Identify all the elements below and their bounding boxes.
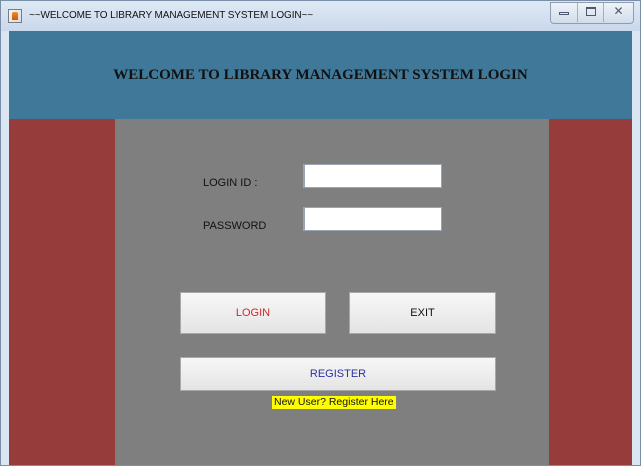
password-label: PASSWORD <box>203 220 267 232</box>
close-button[interactable]: ✕ <box>603 3 633 22</box>
page-title: WELCOME TO LIBRARY MANAGEMENT SYSTEM LOG… <box>113 67 528 83</box>
right-side-panel <box>549 119 632 465</box>
close-icon: ✕ <box>613 4 624 18</box>
maximize-button[interactable] <box>577 3 603 22</box>
login-button-label: LOGIN <box>235 307 271 319</box>
content-area: WELCOME TO LIBRARY MANAGEMENT SYSTEM LOG… <box>9 31 632 465</box>
java-app-icon <box>8 9 22 23</box>
exit-button[interactable]: EXIT <box>349 292 496 334</box>
register-button-label: REGISTER <box>309 368 367 380</box>
minimize-icon <box>559 12 569 15</box>
maximize-icon <box>586 7 596 16</box>
register-hint-link[interactable]: New User? Register Here <box>272 396 396 409</box>
title-bar[interactable]: ~~WELCOME TO LIBRARY MANAGEMENT SYSTEM L… <box>1 1 640 31</box>
left-side-panel <box>9 119 115 465</box>
minimize-button[interactable] <box>551 3 577 22</box>
login-id-label: LOGIN ID : <box>203 177 258 189</box>
header-band: WELCOME TO LIBRARY MANAGEMENT SYSTEM LOG… <box>9 31 632 119</box>
login-id-field[interactable] <box>303 164 442 188</box>
window-controls: ✕ <box>550 2 634 24</box>
window-title: ~~WELCOME TO LIBRARY MANAGEMENT SYSTEM L… <box>29 10 314 21</box>
exit-button-label: EXIT <box>410 307 435 319</box>
register-button[interactable]: REGISTER <box>180 357 496 391</box>
login-window: ~~WELCOME TO LIBRARY MANAGEMENT SYSTEM L… <box>0 0 641 466</box>
login-button[interactable]: LOGIN <box>180 292 326 334</box>
password-field[interactable] <box>303 207 442 231</box>
